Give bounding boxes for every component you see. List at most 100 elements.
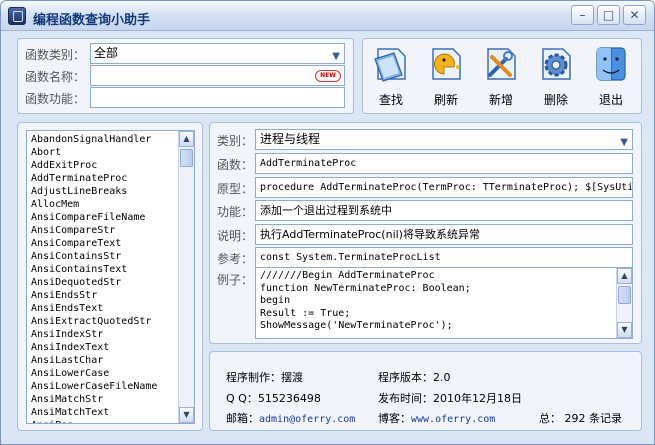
list-item[interactable]: AddExitProc xyxy=(31,159,157,172)
chevron-down-icon: ▼ xyxy=(332,51,340,62)
list-item[interactable]: AnsiDequotedStr xyxy=(31,276,157,289)
blog-label: 博客： xyxy=(378,412,411,425)
detail-feature-label: 功能： xyxy=(217,205,254,219)
function-list[interactable]: AbandonSignalHandler Abort AddExitProc AddT… xyxy=(26,130,195,424)
list-item[interactable]: AnsiEndsText xyxy=(31,302,157,315)
refresh-button-label: 刷新 xyxy=(433,93,458,107)
detail-feature-field[interactable]: 添加一个退出过程到系统中 xyxy=(255,200,633,221)
author-info: 程序制作：摆渡 xyxy=(226,369,303,385)
qq-label: Q Q： xyxy=(226,392,258,405)
close-button[interactable]: ✕ xyxy=(623,5,646,25)
list-item[interactable]: AdjustLineBreaks xyxy=(31,185,157,198)
list-item[interactable]: AddTerminateProc xyxy=(31,172,157,185)
date-info: 发布时间：2010年12月18日 xyxy=(378,390,522,406)
scroll-thumb[interactable] xyxy=(618,286,631,304)
code-scrollbar[interactable]: ▲ ▼ xyxy=(616,268,632,338)
list-item[interactable]: Abort xyxy=(31,146,157,159)
total-count: 292 xyxy=(564,412,586,425)
list-item[interactable]: AnsiCompareText xyxy=(31,237,157,250)
blog-info: 博客：www.oferry.com xyxy=(378,410,495,426)
detail-note-field[interactable]: 执行AddTerminateProc(nil)将导致系统异常 xyxy=(255,224,633,245)
scroll-down-icon[interactable]: ▼ xyxy=(617,322,632,338)
function-label: 函数功能： xyxy=(25,92,86,106)
list-item[interactable]: AnsiLastChar xyxy=(31,354,157,367)
title-bar[interactable]: 编程函数查询小助手 – □ ✕ xyxy=(1,1,654,31)
detail-prototype-label: 原型： xyxy=(217,182,254,196)
list-item[interactable]: AnsiLowerCaseFileName xyxy=(31,380,157,393)
search-button-label: 查找 xyxy=(378,93,403,107)
exit-button[interactable]: 退出 xyxy=(587,45,635,109)
add-tools-icon xyxy=(487,48,516,80)
blog-link[interactable]: www.oferry.com xyxy=(411,414,495,425)
list-item[interactable]: AnsiLowerCase xyxy=(31,367,157,380)
date-value: 2010年12月18日 xyxy=(433,392,522,405)
list-scrollbar[interactable]: ▲ ▼ xyxy=(178,131,194,423)
date-label: 发布时间： xyxy=(378,392,433,405)
function-list-items: AbandonSignalHandler Abort AddExitProc AddT… xyxy=(31,133,157,423)
refresh-pacman-icon xyxy=(432,48,461,80)
delete-button-label: 删除 xyxy=(543,93,568,107)
scroll-down-icon[interactable]: ▼ xyxy=(179,407,194,423)
name-input[interactable]: NEW xyxy=(90,65,345,86)
detail-function-field[interactable]: AddTerminateProc xyxy=(255,153,633,174)
delete-gear-icon xyxy=(542,48,571,80)
author-value: 摆渡 xyxy=(281,371,303,384)
app-icon xyxy=(8,7,26,25)
example-code-text: ///////Begin AddTerminateProc function N… xyxy=(260,270,471,331)
example-code-area[interactable]: ///////Begin AddTerminateProc function N… xyxy=(255,267,633,339)
new-badge-icon: NEW xyxy=(315,70,341,82)
delete-button[interactable]: 删除 xyxy=(532,45,580,109)
search-button[interactable]: 查找 xyxy=(367,45,415,109)
exit-mac-icon xyxy=(596,47,626,81)
name-label: 函数名称： xyxy=(25,70,86,84)
exit-button-label: 退出 xyxy=(598,93,623,107)
detail-note-label: 说明： xyxy=(217,229,254,243)
detail-reference-label: 参考： xyxy=(217,252,254,266)
list-item[interactable]: AnsiContainsStr xyxy=(31,250,157,263)
add-button-label: 新增 xyxy=(488,93,513,107)
detail-category-label: 类别： xyxy=(217,134,254,148)
email-link[interactable]: admin@oferry.com xyxy=(259,414,355,425)
list-item[interactable]: AnsiMatchStr xyxy=(31,393,157,406)
category-label: 函数类别： xyxy=(25,48,86,62)
category-select-value: 全部 xyxy=(94,46,119,60)
document-search-icon xyxy=(374,48,406,82)
version-info: 程序版本：2.0 xyxy=(378,369,451,385)
detail-prototype-field[interactable]: procedure AddTerminateProc(TermProc: TTe… xyxy=(255,177,633,198)
list-item[interactable]: AnsiPos xyxy=(31,419,157,423)
list-item[interactable]: AnsiContainsText xyxy=(31,263,157,276)
detail-function-label: 函数： xyxy=(217,158,254,172)
list-item[interactable]: AnsiMatchText xyxy=(31,406,157,419)
detail-category-value: 进程与线程 xyxy=(260,132,321,146)
category-select[interactable]: 全部 ▼ xyxy=(90,43,345,64)
author-label: 程序制作： xyxy=(226,371,281,384)
app-window: 编程函数查询小助手 – □ ✕ 函数类别： 全部 ▼ 函数名称： NEW 函数功… xyxy=(0,0,655,445)
qq-value: 515236498 xyxy=(257,392,321,405)
list-item[interactable]: AnsiCompareFileName xyxy=(31,211,157,224)
detail-category-select[interactable]: 进程与线程 ▼ xyxy=(255,129,633,150)
total-label: 总： xyxy=(539,412,561,425)
email-info: 邮箱：admin@oferry.com xyxy=(226,410,355,426)
list-item[interactable]: AnsiCompareStr xyxy=(31,224,157,237)
record-count: 总： 292 条记录 xyxy=(539,410,622,426)
list-item[interactable]: AnsiEndsStr xyxy=(31,289,157,302)
scroll-up-icon[interactable]: ▲ xyxy=(617,268,632,284)
window-title: 编程函数查询小助手 xyxy=(33,13,151,28)
list-item[interactable]: AllocMem xyxy=(31,198,157,211)
detail-example-label: 例子： xyxy=(217,273,254,287)
scroll-thumb[interactable] xyxy=(180,149,193,167)
list-item[interactable]: AnsiExtractQuotedStr xyxy=(31,315,157,328)
refresh-button[interactable]: 刷新 xyxy=(422,45,470,109)
minimize-button[interactable]: – xyxy=(571,5,594,25)
detail-reference-field[interactable]: const System.TerminateProcList xyxy=(255,247,633,268)
function-input[interactable] xyxy=(90,87,345,108)
list-item[interactable]: AnsiIndexText xyxy=(31,341,157,354)
list-item[interactable]: AbandonSignalHandler xyxy=(31,133,157,146)
version-value: 2.0 xyxy=(433,371,451,384)
total-unit: 条记录 xyxy=(589,412,622,425)
scroll-up-icon[interactable]: ▲ xyxy=(179,131,194,147)
add-button[interactable]: 新增 xyxy=(477,45,525,109)
list-item[interactable]: AnsiIndexStr xyxy=(31,328,157,341)
maximize-button[interactable]: □ xyxy=(597,5,620,25)
qq-info: Q Q：515236498 xyxy=(226,390,321,406)
